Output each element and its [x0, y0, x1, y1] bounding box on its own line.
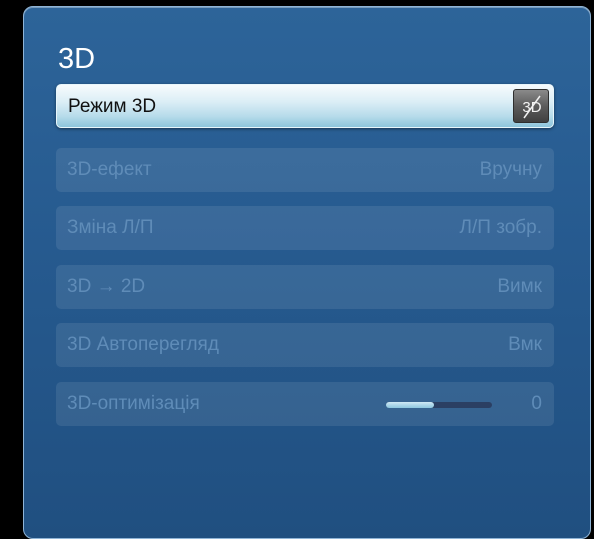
menu-item-label: 3D-ефект — [67, 159, 152, 180]
menu-item-3d-optimization[interactable]: 3D-оптимізація 0 — [56, 382, 554, 426]
optimization-slider-fill — [386, 402, 434, 408]
optimization-slider[interactable] — [386, 402, 492, 408]
menu-item-3d-to-2d[interactable]: 3D → 2D Вимк — [56, 265, 554, 309]
menu-item-label: 3D-оптимізація — [67, 393, 200, 414]
menu-item-value: Вимк — [497, 276, 542, 297]
menu-item-lr-change[interactable]: Зміна Л/П Л/П зобр. — [56, 206, 554, 250]
menu-item-value: Вмк — [508, 334, 542, 355]
menu-item-3d-mode[interactable]: Режим 3D 3D — [56, 84, 554, 128]
panel-title: 3D — [58, 43, 96, 75]
menu-item-3d-effect[interactable]: 3D-ефект Вручну — [56, 148, 554, 192]
menu-item-label: Режим 3D — [68, 96, 157, 117]
menu-item-value: 0 — [531, 393, 542, 414]
menu-item-value: Вручну — [479, 159, 542, 180]
menu-item-label: Зміна Л/П — [67, 217, 154, 238]
menu-item-3d-autoview[interactable]: 3D Автоперегляд Вмк — [56, 323, 554, 367]
menu-item-label: 3D → 2D — [67, 276, 146, 297]
3d-off-icon: 3D — [513, 89, 549, 123]
menu-item-label: 3D Автоперегляд — [67, 334, 219, 355]
menu-item-value: Л/П зобр. — [459, 217, 542, 238]
